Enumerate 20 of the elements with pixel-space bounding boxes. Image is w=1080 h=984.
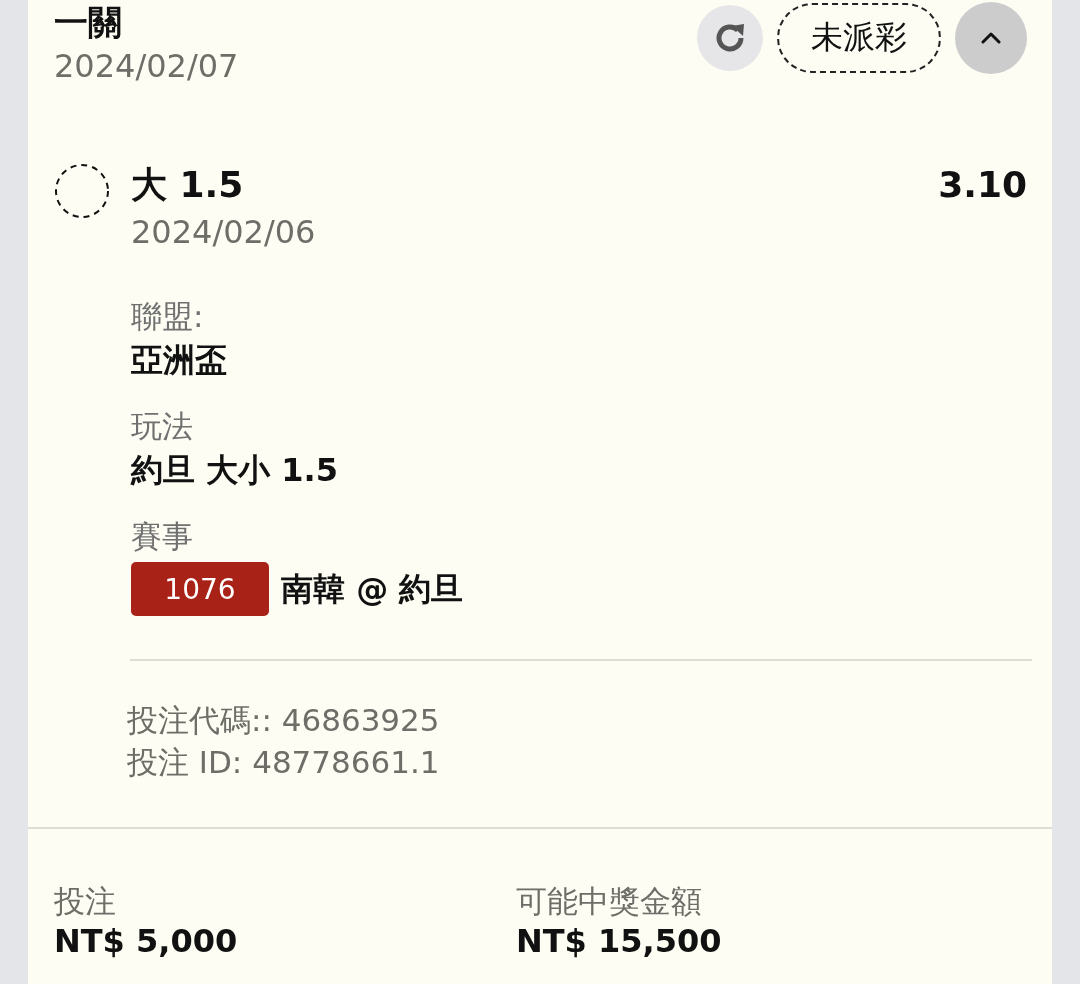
- selection-date: 2024/02/06: [131, 212, 317, 253]
- selection-name: 大 1.5: [131, 163, 244, 207]
- summary-amount: NT$ 15,500: [516, 921, 723, 961]
- detail-label: 賽事: [131, 517, 193, 556]
- match-number-badge: 1076: [131, 562, 269, 616]
- odds-value: 3.10: [938, 163, 1027, 207]
- status-pill: 未派彩: [777, 3, 941, 73]
- summary-label: 可能中獎金額: [516, 882, 703, 921]
- detail-value: 南韓 @ 約旦: [281, 569, 464, 610]
- detail-label: 玩法: [131, 407, 193, 446]
- detail-label: 聯盟:: [131, 297, 204, 336]
- summary-amount: NT$ 5,000: [54, 921, 239, 961]
- bet-type-title: 一關: [54, 1, 123, 44]
- summary-label: 投注: [54, 882, 117, 921]
- detail-value: 亞洲盃: [131, 340, 227, 381]
- bet-date: 2024/02/07: [54, 46, 239, 87]
- pending-status-icon: [54, 163, 110, 219]
- bet-code-text: 投注 ID: 48778661.1: [127, 743, 441, 782]
- detail-value: 約旦 大小 1.5: [131, 450, 338, 491]
- bet-code-text: 投注代碼:: 46863925: [127, 701, 441, 740]
